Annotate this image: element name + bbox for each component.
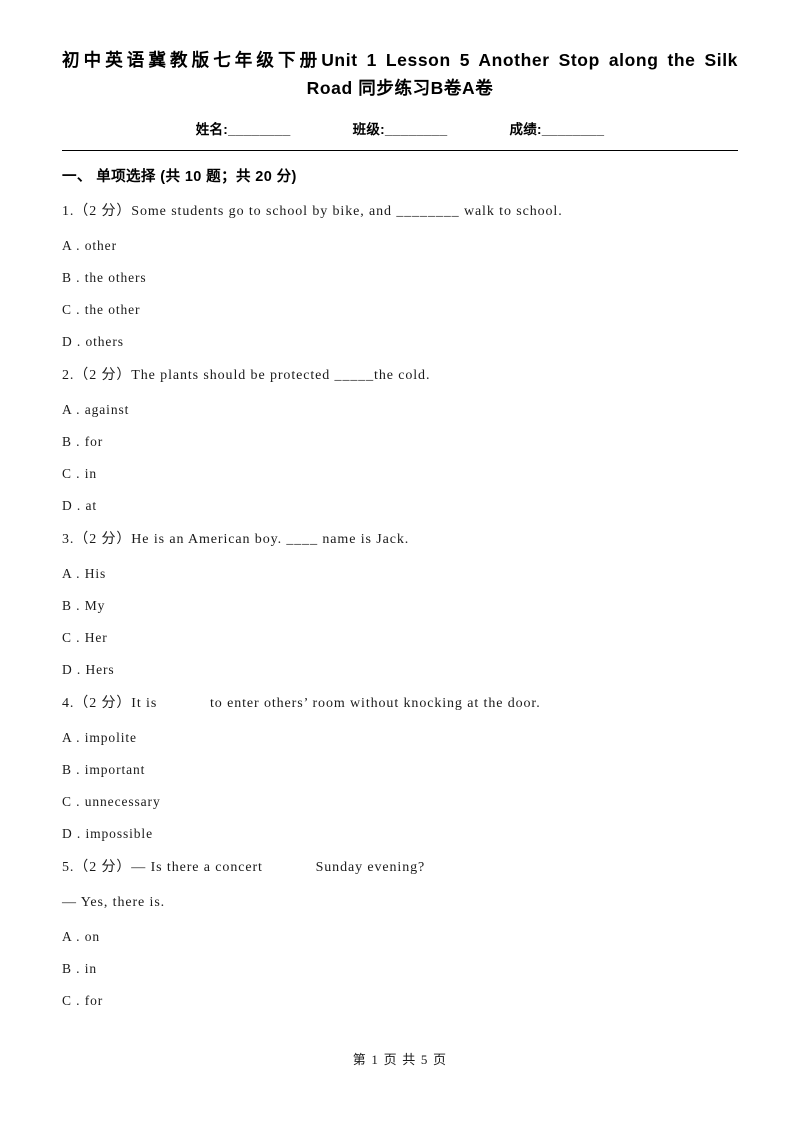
option-b: B . in xyxy=(62,961,98,976)
option-c: C . unnecessary xyxy=(62,794,161,809)
question-stem: 3.（2 分）He is an American boy. ____ name … xyxy=(62,532,410,547)
question-3: 3.（2 分）He is an American boy. ____ name … xyxy=(62,530,738,678)
option-c: C . Her xyxy=(62,630,108,645)
question-5: 5.（2 分）— Is there a concert Sunday eveni… xyxy=(62,858,738,1009)
header-divider xyxy=(62,150,738,151)
option-a: A . impolite xyxy=(62,730,137,745)
option-a: A . against xyxy=(62,402,130,417)
option-d: D . impossible xyxy=(62,826,153,841)
score-field: 成绩:________ xyxy=(509,122,605,137)
option-d: D . Hers xyxy=(62,662,115,677)
option-a: A . His xyxy=(62,566,107,581)
question-stem: 1.（2 分）Some students go to school by bik… xyxy=(62,204,563,219)
question-1: 1.（2 分）Some students go to school by bik… xyxy=(62,202,738,350)
class-field: 班级:________ xyxy=(352,122,448,137)
question-answer-line: — Yes, there is. xyxy=(62,895,166,910)
document-page: 初中英语冀教版七年级下册Unit 1 Lesson 5 Another Stop… xyxy=(0,0,800,1132)
question-stem: 4.（2 分）It is to enter others’ room witho… xyxy=(62,696,541,711)
option-d: D . at xyxy=(62,498,98,513)
page-title-line-2: Road 同步练习B卷A卷 xyxy=(306,78,494,98)
option-b: B . for xyxy=(62,434,104,449)
name-field: 姓名:________ xyxy=(195,122,291,137)
option-a: A . other xyxy=(62,238,117,253)
option-c: C . the other xyxy=(62,302,141,317)
student-info-row: 姓名:________ 班级:________ 成绩:________ xyxy=(62,118,738,138)
option-b: B . My xyxy=(62,598,106,613)
option-c: C . in xyxy=(62,466,98,481)
page-title: 初中英语冀教版七年级下册Unit 1 Lesson 5 Another Stop… xyxy=(62,0,738,102)
page-title-line-1: 初中英语冀教版七年级下册Unit 1 Lesson 5 Another Stop… xyxy=(62,50,738,70)
section-heading: 一、 单项选择 (共 10 题；共 20 分) xyxy=(62,169,297,185)
option-a: A . on xyxy=(62,929,101,944)
option-d: D . others xyxy=(62,334,124,349)
option-c: C . for xyxy=(62,993,104,1008)
page-footer: 第 1 页 共 5 页 xyxy=(352,1052,448,1067)
question-2: 2.（2 分）The plants should be protected __… xyxy=(62,366,738,514)
option-b: B . the others xyxy=(62,270,147,285)
option-b: B . important xyxy=(62,762,146,777)
question-4: 4.（2 分）It is to enter others’ room witho… xyxy=(62,694,738,842)
question-stem: 2.（2 分）The plants should be protected __… xyxy=(62,368,431,383)
question-stem: 5.（2 分）— Is there a concert Sunday eveni… xyxy=(62,860,426,875)
